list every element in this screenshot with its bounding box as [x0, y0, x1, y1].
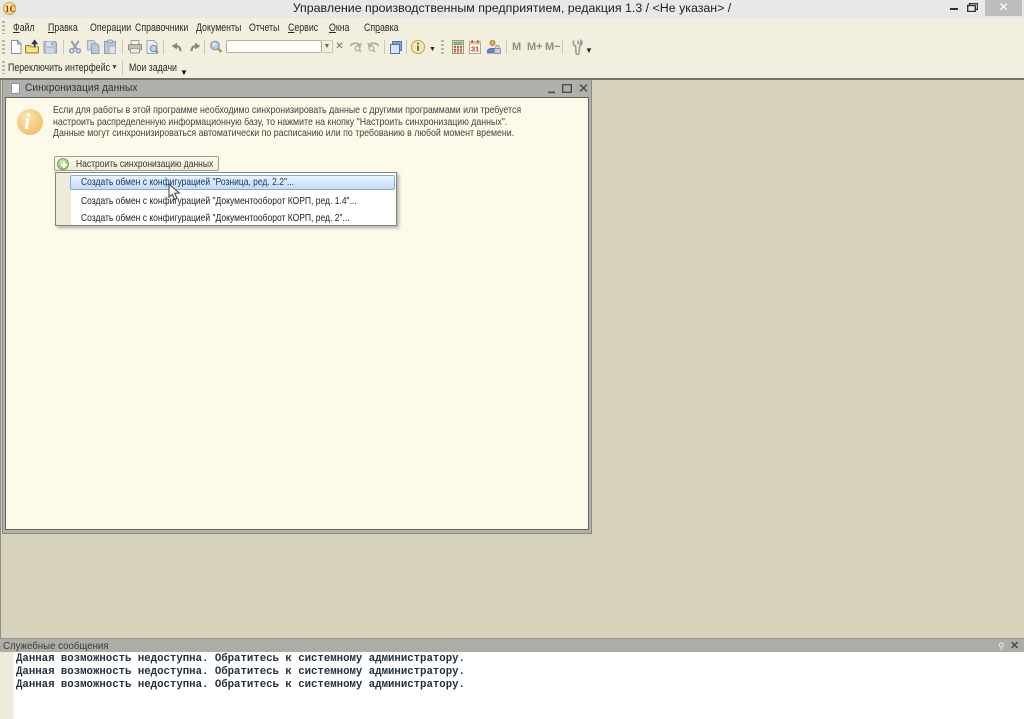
- svg-text:31: 31: [471, 45, 479, 54]
